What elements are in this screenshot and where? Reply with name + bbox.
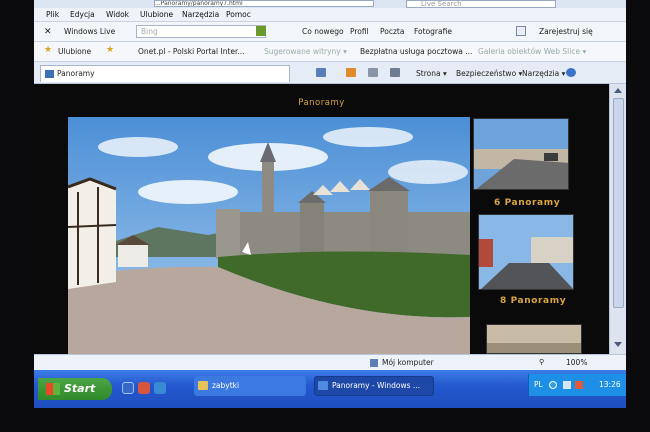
zoom-level[interactable]: 100%	[566, 358, 587, 367]
favorites-star-icon[interactable]: ★	[44, 45, 52, 55]
start-button[interactable]: Start	[38, 378, 112, 400]
main-panorama-image[interactable]	[68, 117, 470, 360]
task-zabytki[interactable]: zabytki	[194, 376, 306, 396]
fav-item-mail[interactable]: Bezpłatna usługa pocztowa ...	[360, 47, 472, 56]
cmd-page[interactable]: Strona ▾	[416, 69, 447, 78]
bing-placeholder: Bing	[141, 27, 158, 36]
task-panoramy-label: Panoramy - Windows ...	[332, 381, 421, 390]
fav-item-onet[interactable]: Onet.pl - Polski Portal Inter...	[138, 47, 245, 56]
fav-item-webslice[interactable]: Galeria obiektów Web Slice ▾	[478, 47, 586, 56]
start-label: Start	[64, 382, 96, 395]
menu-tools[interactable]: Narzędzia	[182, 10, 219, 19]
ie-window-icon	[318, 381, 328, 390]
scrollbar-thumb[interactable]	[613, 98, 624, 308]
menu-favorites[interactable]: Ulubione	[140, 10, 173, 19]
windows-live-label[interactable]: Windows Live	[64, 27, 115, 36]
windows-flag-icon	[46, 383, 60, 395]
tab-label: Panoramy	[57, 69, 95, 78]
menu-view[interactable]: Widok	[106, 10, 129, 19]
folder-icon	[198, 381, 208, 390]
print-icon[interactable]	[390, 68, 400, 77]
scroll-down-icon[interactable]	[614, 342, 622, 347]
thumb-label-8[interactable]: 8 Panoramy	[500, 296, 566, 306]
system-tray: PL 13:26	[528, 374, 626, 396]
wl-link-profile[interactable]: Profil	[350, 27, 369, 36]
page-content: Panoramy 6 Panoramy 8 Panoramy	[34, 84, 609, 360]
search-go-icon[interactable]	[256, 26, 266, 36]
address-row: ...Panoramy/panoramy7.html Live Search	[34, 0, 626, 8]
menu-bar: Plik Edycja Widok Ulubione Narzędzia Pom…	[34, 8, 626, 22]
thumb-panorama-6[interactable]	[473, 118, 569, 190]
menu-help[interactable]: Pomoc	[226, 10, 251, 19]
clock[interactable]: 13:26	[599, 380, 621, 389]
wl-link-mail[interactable]: Poczta	[380, 27, 404, 36]
thumb-8-image	[479, 215, 573, 289]
status-bar: Mój komputer ⚲ 100%	[34, 354, 626, 370]
add-favorite-icon[interactable]: ★	[106, 45, 114, 55]
thumb-panorama-8[interactable]	[478, 214, 574, 290]
tray-app-icon[interactable]	[549, 381, 557, 389]
menu-edit[interactable]: Edycja	[70, 10, 95, 19]
task-zabytki-label: zabytki	[212, 381, 240, 390]
scroll-up-icon[interactable]	[614, 88, 622, 93]
mail-icon[interactable]	[368, 68, 378, 77]
security-icon[interactable]	[575, 381, 583, 389]
rss-icon[interactable]	[346, 68, 356, 77]
zoom-icon[interactable]: ⚲	[539, 358, 544, 366]
thumb-panorama-next[interactable]	[486, 324, 582, 354]
network-icon[interactable]	[563, 381, 571, 389]
ie-quicklaunch-icon[interactable]	[122, 382, 134, 394]
wl-link-news[interactable]: Co nowego	[302, 27, 344, 36]
menu-file[interactable]: Plik	[46, 10, 59, 19]
thumb-label-6[interactable]: 6 Panoramy	[494, 198, 560, 208]
cmd-tools[interactable]: Narzędzia ▾	[522, 69, 565, 78]
media-quicklaunch-icon[interactable]	[138, 382, 150, 394]
page-icon	[45, 70, 54, 78]
favorites-bar: ★ Ulubione ★ Onet.pl - Polski Portal Int…	[34, 42, 626, 62]
vertical-scrollbar[interactable]	[609, 84, 626, 354]
thumb-next-image	[487, 325, 581, 353]
windows-live-toolbar: ✕ Windows Live Bing Co nowego Profil Poc…	[34, 22, 626, 42]
desktop-quicklaunch-icon[interactable]	[154, 382, 166, 394]
taskbar: Start zabytki Panoramy - Windows ... PL …	[34, 370, 626, 408]
wl-link-photos[interactable]: Fotografie	[414, 27, 452, 36]
page-title: Panoramy	[298, 98, 345, 108]
thumb-6-image	[474, 119, 568, 189]
task-panoramy[interactable]: Panoramy - Windows ...	[314, 376, 434, 396]
help-icon[interactable]	[566, 68, 576, 77]
bing-search-input[interactable]: Bing	[136, 25, 266, 38]
language-indicator[interactable]: PL	[534, 380, 543, 389]
register-icon[interactable]	[516, 26, 526, 36]
favorites-button[interactable]: Ulubione	[58, 47, 91, 56]
computer-zone-icon	[370, 359, 378, 367]
tab-panoramy[interactable]: Panoramy	[40, 65, 290, 82]
live-search-input[interactable]: Live Search	[406, 0, 556, 8]
screen: ...Panoramy/panoramy7.html Live Search P…	[34, 0, 626, 408]
close-toolbar-icon[interactable]: ✕	[44, 27, 52, 37]
cmd-safety[interactable]: Bezpieczeństwo ▾	[456, 69, 522, 78]
castle-panorama	[68, 117, 470, 360]
home-icon[interactable]	[316, 68, 326, 77]
register-link[interactable]: Zarejestruj się	[539, 27, 593, 36]
address-bar[interactable]: ...Panoramy/panoramy7.html	[154, 0, 374, 7]
security-zone: Mój komputer	[382, 358, 434, 367]
fav-item-suggested[interactable]: Sugerowane witryny ▾	[264, 47, 347, 56]
tab-row: Panoramy Strona ▾ Bezpieczeństwo ▾ Narzę…	[34, 62, 626, 84]
